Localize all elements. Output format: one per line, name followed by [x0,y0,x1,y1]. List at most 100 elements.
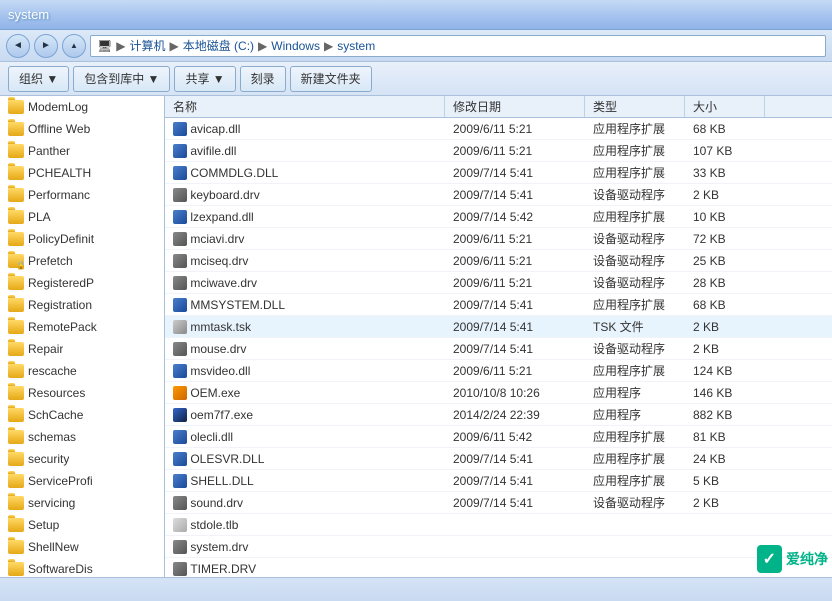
new-folder-button[interactable]: 新建文件夹 [290,66,372,92]
burn-button[interactable]: 刻录 [240,66,286,92]
file-date: 2009/6/11 5:21 [445,122,585,136]
organize-button[interactable]: 组织 ▼ [8,66,69,92]
path-drive[interactable]: 本地磁盘 (C:) [183,37,254,54]
sidebar-item[interactable]: ModemLog [0,96,164,118]
file-name: avicap.dll [190,122,240,136]
file-size: 146 KB [685,386,765,400]
file-size: 68 KB [685,298,765,312]
table-row[interactable]: mciwave.drv2009/6/11 5:21设备驱动程序28 KB [165,272,832,294]
forward-button[interactable]: ► [34,34,58,58]
back-button[interactable]: ◄ [6,34,30,58]
file-type: 应用程序扩展 [585,208,685,225]
file-date: 2009/7/14 5:41 [445,188,585,202]
sidebar-item[interactable]: ShellNew [0,536,164,558]
folder-icon [8,474,24,488]
folder-icon [8,232,24,246]
file-date: 2009/6/11 5:21 [445,144,585,158]
folder-icon [8,188,24,202]
sidebar-item[interactable]: SoftwareDis [0,558,164,577]
file-type: 应用程序扩展 [585,450,685,467]
table-row[interactable]: oem7f7.exe2014/2/24 22:39应用程序882 KB [165,404,832,426]
file-size: 124 KB [685,364,765,378]
sidebar-item[interactable]: Resources [0,382,164,404]
file-date: 2010/10/8 10:26 [445,386,585,400]
file-name-cell: msvideo.dll [165,364,445,378]
sidebar-item[interactable]: Registration [0,294,164,316]
share-button[interactable]: 共享 ▼ [174,66,235,92]
path-computer[interactable]: 计算机 [129,37,165,54]
col-header-type[interactable]: 类型 [585,96,685,117]
file-name: mmtask.tsk [190,320,251,334]
table-row[interactable]: lzexpand.dll2009/7/14 5:42应用程序扩展10 KB [165,206,832,228]
sidebar-item[interactable]: SchCache [0,404,164,426]
sidebar-item[interactable]: PCHEALTH [0,162,164,184]
table-row[interactable]: mciavi.drv2009/6/11 5:21设备驱动程序72 KB [165,228,832,250]
file-date: 2009/7/14 5:41 [445,496,585,510]
sidebar-item[interactable]: Panther [0,140,164,162]
sidebar[interactable]: ModemLogOffline Web Panther PCHEALTHPerfor… [0,96,165,577]
folder-icon [8,518,24,532]
file-name-cell: oem7f7.exe [165,408,445,422]
file-size: 28 KB [685,276,765,290]
table-row[interactable]: avicap.dll2009/6/11 5:21应用程序扩展68 KB [165,118,832,140]
folder-icon [8,364,24,378]
col-header-date[interactable]: 修改日期 [445,96,585,117]
table-row[interactable]: mciseq.drv2009/6/11 5:21设备驱动程序25 KB [165,250,832,272]
table-row[interactable]: mouse.drv2009/7/14 5:41设备驱动程序2 KB [165,338,832,360]
file-list-body[interactable]: avicap.dll2009/6/11 5:21应用程序扩展68 KB avif… [165,118,832,577]
table-row[interactable]: TIMER.DRV [165,558,832,577]
table-row[interactable]: keyboard.drv2009/7/14 5:41设备驱动程序2 KB [165,184,832,206]
table-row[interactable]: OLESVR.DLL2009/7/14 5:41应用程序扩展24 KB [165,448,832,470]
sidebar-item[interactable]: Prefetch [0,250,164,272]
sidebar-item[interactable]: RegisteredP [0,272,164,294]
sidebar-item[interactable]: Offline Web [0,118,164,140]
include-button[interactable]: 包含到库中 ▼ [73,66,170,92]
sidebar-item[interactable]: schemas [0,426,164,448]
file-type: 应用程序 [585,406,685,423]
file-type: 设备驱动程序 [585,230,685,247]
table-row[interactable]: msvideo.dll2009/6/11 5:21应用程序扩展124 KB [165,360,832,382]
folder-icon [8,452,24,466]
sidebar-item[interactable]: rescache [0,360,164,382]
file-name-cell: lzexpand.dll [165,210,445,224]
file-icon [173,166,187,180]
folder-icon [8,496,24,510]
file-name-cell: OLESVR.DLL [165,452,445,466]
sidebar-item-label: schemas [28,430,76,444]
sidebar-item[interactable]: servicing [0,492,164,514]
up-button[interactable]: ▲ [62,34,86,58]
table-row[interactable]: mmtask.tsk2009/7/14 5:41TSK 文件2 KB [165,316,832,338]
table-row[interactable]: OEM.exe2010/10/8 10:26应用程序146 KB [165,382,832,404]
file-icon [173,364,187,378]
table-row[interactable]: COMMDLG.DLL2009/7/14 5:41应用程序扩展33 KB [165,162,832,184]
file-type: 设备驱动程序 [585,186,685,203]
file-icon [173,188,187,202]
table-row[interactable]: olecli.dll2009/6/11 5:42应用程序扩展81 KB [165,426,832,448]
table-row[interactable]: sound.drv2009/7/14 5:41设备驱动程序2 KB [165,492,832,514]
table-row[interactable]: SHELL.DLL2009/7/14 5:41应用程序扩展5 KB [165,470,832,492]
table-row[interactable]: MMSYSTEM.DLL2009/7/14 5:41应用程序扩展68 KB [165,294,832,316]
file-type: 应用程序扩展 [585,120,685,137]
file-icon [173,452,187,466]
file-name: olecli.dll [190,430,233,444]
table-row[interactable]: avifile.dll2009/6/11 5:21应用程序扩展107 KB [165,140,832,162]
folder-icon [8,144,24,158]
sidebar-item[interactable]: ServiceProfi [0,470,164,492]
path-system[interactable]: system [337,39,375,53]
col-header-size[interactable]: 大小 [685,96,765,117]
file-date: 2009/6/11 5:21 [445,276,585,290]
table-row[interactable]: stdole.tlb [165,514,832,536]
sidebar-item[interactable]: PLA [0,206,164,228]
path-windows[interactable]: Windows [271,39,320,53]
sidebar-item[interactable]: Performanc [0,184,164,206]
file-name-cell: avicap.dll [165,122,445,136]
sidebar-item[interactable]: security [0,448,164,470]
sidebar-item[interactable]: PolicyDefinit [0,228,164,250]
table-row[interactable]: system.drv [165,536,832,558]
sidebar-item-label: Panther [28,144,70,158]
col-header-name[interactable]: 名称 [165,96,445,117]
sidebar-item[interactable]: Repair [0,338,164,360]
file-name: system.drv [190,540,248,554]
sidebar-item[interactable]: RemotePack [0,316,164,338]
sidebar-item[interactable]: Setup [0,514,164,536]
